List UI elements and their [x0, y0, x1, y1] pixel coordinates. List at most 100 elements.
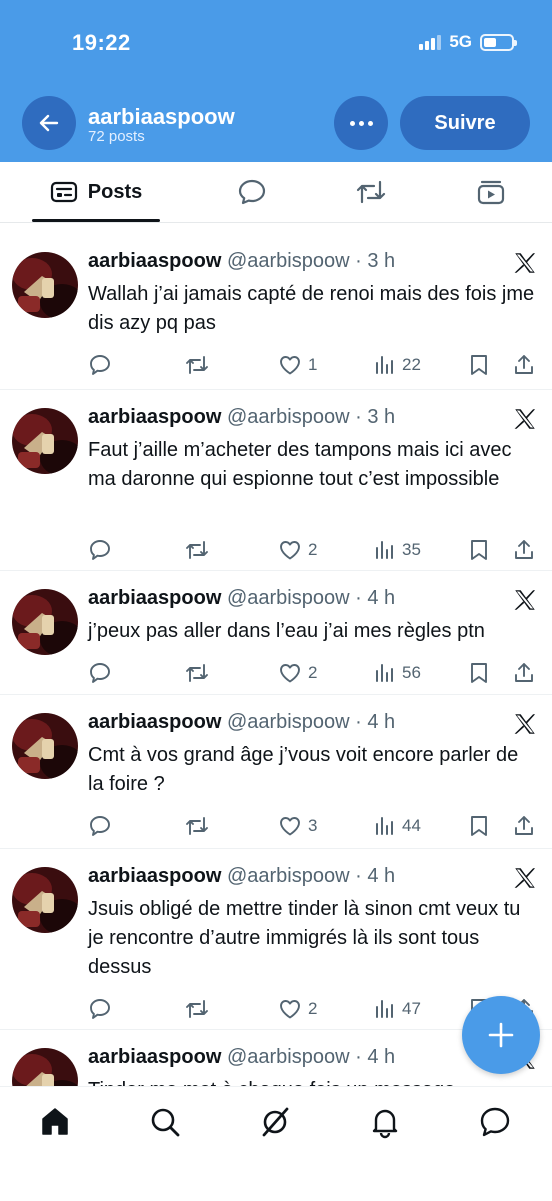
repost-button[interactable]: [184, 537, 210, 563]
x-logo-icon[interactable]: [512, 250, 538, 276]
x-logo-icon[interactable]: [512, 587, 538, 613]
view-count: 22: [402, 355, 421, 374]
author-name[interactable]: aarbiaaspoow: [88, 1046, 221, 1068]
avatar[interactable]: [12, 252, 78, 318]
signal-icon: [419, 34, 442, 50]
battery-icon: [480, 33, 517, 51]
nav-grok[interactable]: [258, 1105, 292, 1139]
views-icon: [376, 817, 393, 835]
view-count: 44: [402, 816, 421, 835]
views-button[interactable]: 22: [374, 352, 421, 378]
tab-reposts[interactable]: [344, 162, 398, 222]
share-button[interactable]: [512, 660, 536, 686]
like-button[interactable]: 2: [278, 660, 317, 686]
nav-search[interactable]: [148, 1105, 182, 1139]
views-button[interactable]: 56: [374, 660, 421, 686]
author-handle[interactable]: @aarbispoow: [227, 865, 350, 887]
repost-icon: [186, 664, 208, 682]
media-icon: [477, 180, 505, 205]
repost-button[interactable]: [184, 352, 210, 378]
bookmark-button[interactable]: [468, 813, 490, 839]
post[interactable]: aarbiaaspoow @aarbispoow · 3 h Wallah j’…: [0, 234, 552, 390]
author-name[interactable]: aarbiaaspoow: [88, 250, 221, 272]
bookmark-icon: [471, 663, 487, 683]
post-text: Faut j’aille m’acheter des tampons mais …: [88, 439, 512, 490]
reply-button[interactable]: [88, 660, 112, 686]
tab-posts-label: Posts: [87, 180, 143, 203]
author-name[interactable]: aarbiaaspoow: [88, 865, 221, 887]
share-button[interactable]: [512, 352, 536, 378]
bookmark-button[interactable]: [468, 537, 490, 563]
author-name[interactable]: aarbiaaspoow: [88, 406, 221, 428]
x-logo-icon[interactable]: [512, 406, 538, 432]
like-count: 2: [308, 663, 318, 682]
nav-home[interactable]: [38, 1105, 72, 1139]
post[interactable]: aarbiaaspoow @aarbispoow · 4 h Jsuis obl…: [0, 849, 552, 1030]
avatar[interactable]: [12, 589, 78, 655]
repost-button[interactable]: [184, 996, 210, 1022]
profile-tabs: Posts: [0, 162, 552, 223]
posts-count: 72 posts: [88, 128, 145, 145]
author-name[interactable]: aarbiaaspoow: [88, 587, 221, 609]
like-button[interactable]: 1: [278, 352, 317, 378]
nav-notifications[interactable]: [368, 1105, 402, 1139]
reply-button[interactable]: [88, 996, 112, 1022]
post-time: · 4 h: [355, 865, 396, 887]
post-header: aarbiaaspoow @aarbispoow · 3 h: [88, 250, 395, 273]
views-button[interactable]: 44: [374, 813, 421, 839]
tab-replies[interactable]: [226, 162, 278, 222]
x-logo-icon[interactable]: [512, 865, 538, 891]
reply-icon: [90, 816, 110, 836]
notifications-icon: [372, 1109, 398, 1139]
like-button[interactable]: 3: [278, 813, 317, 839]
more-options-button[interactable]: [334, 96, 388, 150]
post[interactable]: aarbiaaspoow @aarbispoow · 3 h Faut j’ai…: [0, 390, 552, 571]
reply-icon: [90, 999, 110, 1019]
post[interactable]: aarbiaaspoow @aarbispoow · 4 h j’peux pa…: [0, 571, 552, 695]
back-button[interactable]: [22, 96, 76, 150]
author-handle[interactable]: @aarbispoow: [227, 711, 350, 733]
x-logo-icon[interactable]: [512, 711, 538, 737]
share-button[interactable]: [512, 813, 536, 839]
reply-button[interactable]: [88, 352, 112, 378]
repost-button[interactable]: [184, 660, 210, 686]
bookmark-button[interactable]: [468, 660, 490, 686]
tab-posts[interactable]: Posts: [32, 162, 160, 222]
avatar-image: [12, 713, 78, 779]
avatar[interactable]: [12, 867, 78, 933]
tab-media[interactable]: [464, 162, 518, 222]
bookmark-icon: [471, 816, 487, 836]
post-time: · 4 h: [355, 711, 396, 733]
follow-button[interactable]: Suivre: [400, 96, 530, 150]
views-button[interactable]: 47: [374, 996, 421, 1022]
repost-button[interactable]: [184, 813, 210, 839]
nav-messages[interactable]: [478, 1105, 512, 1139]
heart-icon: [280, 664, 300, 683]
views-button[interactable]: 35: [374, 537, 421, 563]
avatar[interactable]: [12, 713, 78, 779]
author-handle[interactable]: @aarbispoow: [227, 1046, 350, 1068]
post-header: aarbiaaspoow @aarbispoow · 4 h: [88, 865, 395, 888]
like-button[interactable]: 2: [278, 996, 317, 1022]
reply-button[interactable]: [88, 813, 112, 839]
post-time: · 3 h: [355, 250, 396, 272]
arrow-left-icon: [39, 114, 59, 132]
author-name[interactable]: aarbiaaspoow: [88, 711, 221, 733]
network-label: 5G: [449, 32, 472, 51]
repost-icon: [186, 817, 208, 835]
post[interactable]: aarbiaaspoow @aarbispoow · 4 h Cmt à vos…: [0, 695, 552, 849]
post-header: aarbiaaspoow @aarbispoow · 4 h: [88, 711, 395, 734]
reply-button[interactable]: [88, 537, 112, 563]
author-handle[interactable]: @aarbispoow: [227, 250, 350, 272]
avatar[interactable]: [12, 408, 78, 474]
author-handle[interactable]: @aarbispoow: [227, 406, 350, 428]
share-icon: [515, 663, 533, 682]
like-button[interactable]: 2: [278, 537, 317, 563]
compose-button[interactable]: [462, 996, 540, 1074]
bookmark-button[interactable]: [468, 352, 490, 378]
replies-icon: [238, 179, 266, 205]
author-handle[interactable]: @aarbispoow: [227, 587, 350, 609]
share-button[interactable]: [512, 537, 536, 563]
post-header: aarbiaaspoow @aarbispoow · 3 h: [88, 406, 395, 429]
post-actions: 2 35: [88, 537, 538, 563]
